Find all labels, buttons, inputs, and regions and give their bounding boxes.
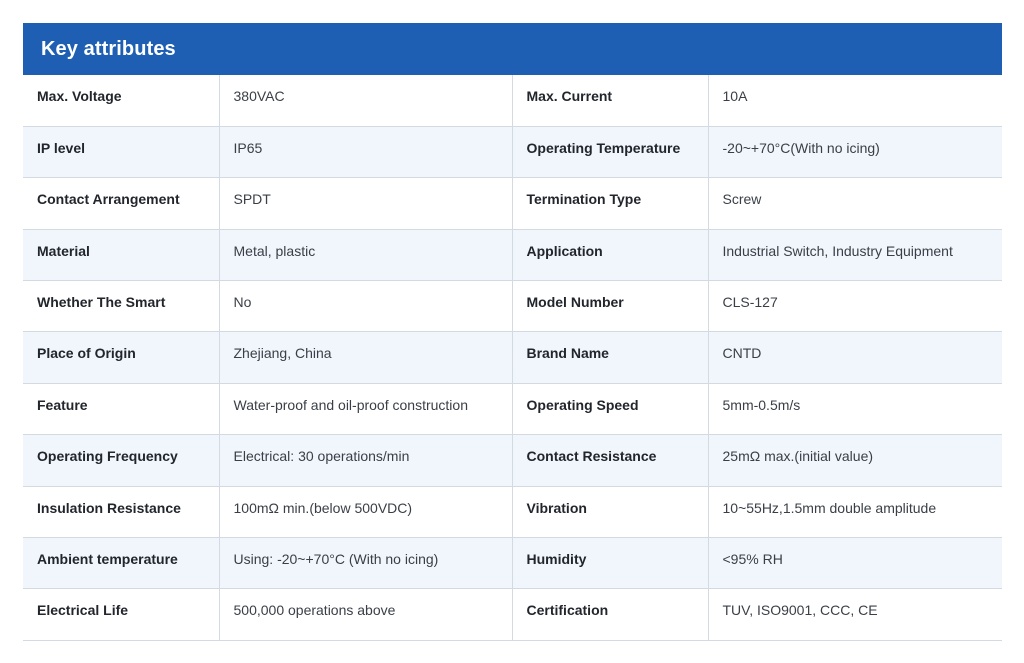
attribute-name: Max. Voltage	[23, 75, 220, 127]
attribute-value: Zhejiang, China	[219, 331, 513, 384]
table-row: Whether The Smart No Model Number CLS-127	[23, 280, 1002, 333]
attribute-name: Operating Frequency	[23, 434, 220, 487]
table-row: Contact Arrangement SPDT Termination Type S…	[23, 177, 1002, 230]
attribute-name: Material	[23, 229, 220, 282]
table-row: Operating Frequency Electrical: 30 operat…	[23, 434, 1002, 487]
attribute-value: Electrical: 30 operations/min	[219, 434, 513, 487]
table-row: Feature Water-proof and oil-proof constru…	[23, 383, 1002, 436]
attribute-value: <95% RH	[708, 537, 1002, 590]
table-row: Electrical Life 500,000 operations above C…	[23, 588, 1002, 641]
table-row: Insulation Resistance 100mΩ min.(below 50…	[23, 486, 1002, 539]
attribute-value: Metal, plastic	[219, 229, 513, 282]
attribute-value: No	[219, 280, 513, 333]
attribute-name: Vibration	[512, 486, 709, 539]
attribute-name: Contact Resistance	[512, 434, 709, 487]
attribute-value: IP65	[219, 126, 513, 179]
attribute-name: Insulation Resistance	[23, 486, 220, 539]
attribute-name: Termination Type	[512, 177, 709, 230]
attribute-value: 380VAC	[219, 75, 513, 127]
attribute-name: Humidity	[512, 537, 709, 590]
section-header: Key attributes	[23, 23, 1002, 75]
table-row: Place of Origin Zhejiang, China Brand Name…	[23, 331, 1002, 384]
attribute-value: TUV, ISO9001, CCC, CE	[708, 588, 1002, 641]
attribute-value: 25mΩ max.(initial value)	[708, 434, 1002, 487]
key-attributes-panel: Key attributes Max. Voltage 380VAC Max. Cu…	[23, 23, 1002, 641]
attribute-value: Using: -20~+70°C (With no icing)	[219, 537, 513, 590]
attribute-value: -20~+70°C(With no icing)	[708, 126, 1002, 179]
attributes-table: Max. Voltage 380VAC Max. Current 10A IP leve…	[23, 75, 1002, 641]
attribute-name: Whether The Smart	[23, 280, 220, 333]
attribute-name: Application	[512, 229, 709, 282]
attribute-name: Place of Origin	[23, 331, 220, 384]
attribute-value: Industrial Switch, Industry Equipment	[708, 229, 1002, 282]
table-row: IP level IP65 Operating Temperature -20~+70…	[23, 126, 1002, 179]
attribute-name: Contact Arrangement	[23, 177, 220, 230]
attribute-name: Feature	[23, 383, 220, 436]
attribute-name: Max. Current	[512, 75, 709, 127]
attribute-value: Screw	[708, 177, 1002, 230]
attribute-value: CLS-127	[708, 280, 1002, 333]
attribute-name: Model Number	[512, 280, 709, 333]
attribute-value: 500,000 operations above	[219, 588, 513, 641]
attributes-table-body: Max. Voltage 380VAC Max. Current 10A IP leve…	[23, 75, 1002, 641]
attribute-value: CNTD	[708, 331, 1002, 384]
attribute-name: Ambient temperature	[23, 537, 220, 590]
attribute-value: Water-proof and oil-proof construction	[219, 383, 513, 436]
attribute-name: Brand Name	[512, 331, 709, 384]
attribute-name: Operating Temperature	[512, 126, 709, 179]
attribute-name: IP level	[23, 126, 220, 179]
table-row: Ambient temperature Using: -20~+70°C (Wit…	[23, 537, 1002, 590]
attribute-value: 10A	[708, 75, 1002, 127]
attribute-value: 100mΩ min.(below 500VDC)	[219, 486, 513, 539]
attribute-name: Electrical Life	[23, 588, 220, 641]
attribute-name: Certification	[512, 588, 709, 641]
table-row: Material Metal, plastic Application Industr…	[23, 229, 1002, 282]
attribute-value: SPDT	[219, 177, 513, 230]
table-row: Max. Voltage 380VAC Max. Current 10A	[23, 75, 1002, 127]
section-title: Key attributes	[41, 37, 176, 60]
attribute-name: Operating Speed	[512, 383, 709, 436]
attribute-value: 5mm-0.5m/s	[708, 383, 1002, 436]
attribute-value: 10~55Hz,1.5mm double amplitude	[708, 486, 1002, 539]
